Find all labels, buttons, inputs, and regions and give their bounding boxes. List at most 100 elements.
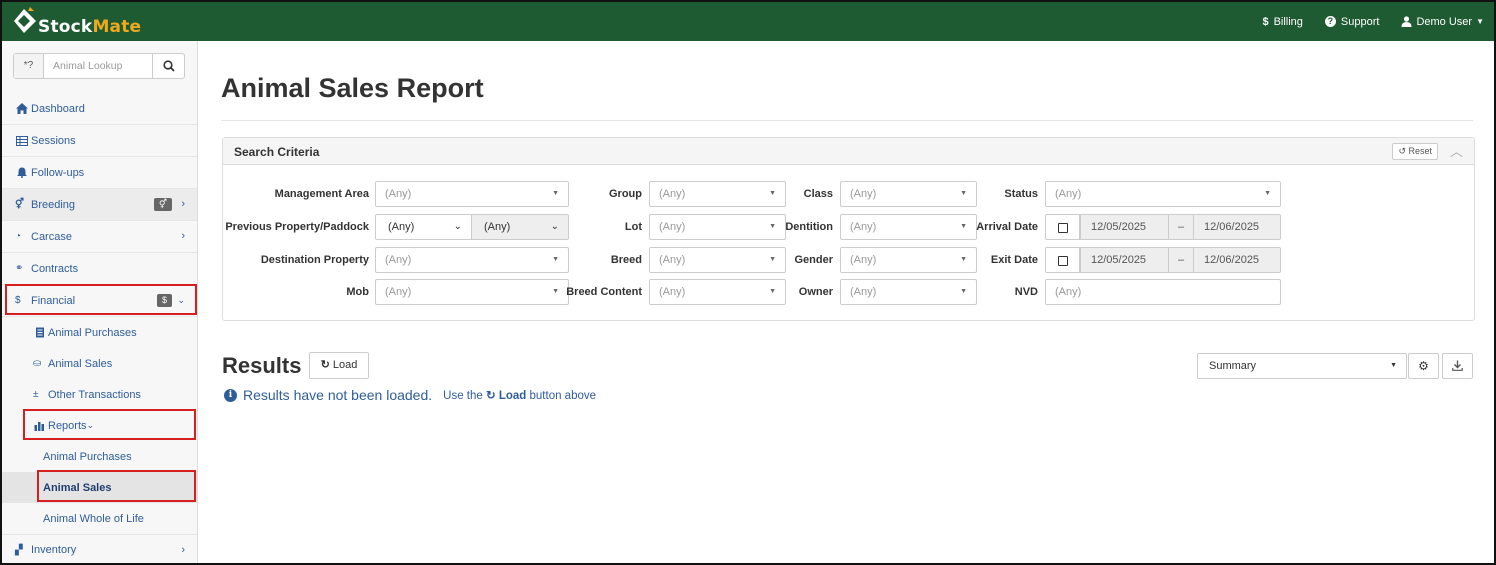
owner-select[interactable]: (Any) ▼ (840, 279, 977, 305)
results-heading: Results (222, 353, 302, 378)
gear-icon: ⚙ (1418, 359, 1429, 373)
sidebar-item-followups[interactable]: Follow-ups (2, 157, 197, 189)
sidebar-item-animal-sales[interactable]: ⛀ Animal Sales (2, 348, 197, 379)
sidebar-item-report-animal-purchases[interactable]: Animal Purchases (2, 441, 197, 472)
breed-select[interactable]: (Any) ▼ (649, 247, 786, 273)
sidebar-item-financial[interactable]: $ Financial $ ⌄ (2, 285, 197, 317)
sidebar-item-label: Other Transactions (48, 388, 141, 401)
brand-stock: Stock (38, 17, 93, 37)
sidebar-item-label: Dashboard (31, 102, 85, 115)
sidebar-item-other-transactions[interactable]: ± Other Transactions (2, 379, 197, 410)
destination-property-select[interactable]: (Any) ▼ (375, 247, 569, 273)
sidebar: *? Dashboard Sessions Follow-ups ⚥ Breed… (2, 41, 198, 563)
receipt-icon (36, 327, 44, 338)
label-breed-content: Breed Content (566, 286, 642, 298)
boxes-icon: ▞ (15, 544, 23, 556)
label-class: Class (803, 188, 833, 200)
group-select[interactable]: (Any) ▼ (649, 181, 786, 207)
sidebar-item-carcase[interactable]: ◔ Carcase › (2, 221, 197, 253)
reset-button[interactable]: ↺ Reset (1392, 143, 1438, 160)
mob-select[interactable]: (Any) ▼ (375, 279, 569, 305)
wildcard-prefix[interactable]: *? (14, 54, 44, 78)
download-button[interactable] (1442, 353, 1473, 379)
caret-down-icon: ▼ (552, 288, 559, 295)
sidebar-item-dashboard[interactable]: Dashboard (2, 93, 197, 125)
plus-minus-icon: ± (33, 389, 39, 400)
label-arrival-date: Arrival Date (976, 221, 1038, 233)
load-label: Load (332, 359, 358, 371)
bell-icon (17, 167, 27, 178)
nvd-input[interactable]: (Any) (1045, 279, 1281, 305)
management-area-select[interactable]: (Any) ▼ (375, 181, 569, 207)
chevron-up-icon[interactable]: ︿ (1450, 141, 1463, 160)
sidebar-item-label: Breeding (31, 198, 76, 211)
label-group: Group (609, 188, 642, 200)
sidebar-item-inventory[interactable]: ▞ Inventory › (2, 534, 197, 563)
hint-load-link[interactable]: ↻ Load (486, 390, 526, 402)
hint-suffix: button above (529, 390, 597, 402)
undo-icon: ↺ (1398, 146, 1409, 156)
user-label: Demo User (1416, 15, 1473, 28)
sidebar-item-reports[interactable]: Reports ⌄ (2, 410, 197, 441)
stockmate-logo[interactable]: StockMate (14, 4, 141, 40)
view-select[interactable]: Summary ▼ (1197, 353, 1407, 379)
download-icon (1452, 360, 1463, 371)
arrival-date-from[interactable]: 12/05/2025 (1080, 214, 1169, 240)
dentition-select[interactable]: (Any) ▼ (840, 214, 977, 240)
range-separator: – (1169, 214, 1193, 240)
caret-down-icon: ▼ (552, 256, 559, 263)
sidebar-item-label: Inventory (31, 544, 77, 556)
sidebar-item-label: Animal Sales (48, 357, 113, 370)
arrival-date-checkbox[interactable] (1045, 214, 1080, 240)
dollar-icon: $ (1262, 15, 1269, 28)
panel-header: Search Criteria ↺ Reset ︿ (223, 138, 1474, 165)
sidebar-item-label: Animal Sales (43, 481, 112, 494)
sidebar-item-label: Animal Purchases (43, 450, 132, 463)
sidebar-item-report-whole-of-life[interactable]: Animal Whole of Life (2, 503, 197, 534)
previous-property-select[interactable]: (Any) ⌄ (375, 214, 472, 240)
class-select[interactable]: (Any) ▼ (840, 181, 977, 207)
caret-down-icon: ▼ (960, 256, 967, 263)
billing-link[interactable]: $ Billing (1262, 16, 1302, 28)
arrival-date-to[interactable]: 12/06/2025 (1193, 214, 1281, 240)
support-link[interactable]: ? Support (1324, 16, 1379, 28)
status-select[interactable]: (Any) ▼ (1045, 181, 1281, 207)
label-nvd: NVD (1014, 286, 1038, 298)
breed-content-select[interactable]: (Any) ▼ (649, 279, 786, 305)
animal-lookup-input[interactable] (44, 54, 152, 78)
sidebar-item-sessions[interactable]: Sessions (2, 125, 197, 157)
dollar-icon: $ (15, 295, 21, 306)
sidebar-item-label: Reports (48, 419, 87, 432)
chevron-right-icon: › (181, 544, 185, 556)
sidebar-item-contracts[interactable]: ⚭ Contracts (2, 253, 197, 285)
sidebar-item-report-animal-sales[interactable]: Animal Sales (2, 472, 197, 503)
chevron-down-icon: ⌄ (177, 295, 185, 305)
previous-paddock-select[interactable]: (Any) ⌄ (471, 214, 569, 240)
sidebar-item-label: Contracts (31, 262, 79, 275)
sidebar-item-breeding[interactable]: ⚥ Breeding ⚥ › (2, 189, 197, 221)
range-separator: – (1169, 247, 1193, 273)
caret-down-icon: ▼ (769, 256, 776, 263)
sidebar-item-animal-purchases[interactable]: Animal Purchases (2, 317, 197, 348)
lot-select[interactable]: (Any) ▼ (649, 214, 786, 240)
exit-date-checkbox[interactable] (1045, 247, 1080, 273)
financial-badge: $ (156, 294, 172, 307)
gender-select[interactable]: (Any) ▼ (840, 247, 977, 273)
label-mob: Mob (346, 286, 369, 298)
settings-button[interactable]: ⚙ (1408, 353, 1439, 379)
billing-label: Billing (1273, 15, 1303, 28)
caret-down-icon: ▼ (552, 190, 559, 197)
load-button[interactable]: ↻ Load (309, 352, 369, 379)
exit-date-from[interactable]: 12/05/2025 (1080, 247, 1169, 273)
info-icon: i (224, 388, 237, 402)
search-button[interactable] (152, 54, 184, 78)
chevron-down-icon: ⌄ (86, 420, 95, 430)
bar-chart-icon (34, 421, 44, 431)
chevron-right-icon: › (181, 230, 185, 242)
animal-lookup: *? (13, 53, 185, 79)
home-icon (16, 103, 28, 114)
user-menu[interactable]: Demo User ▼ (1401, 16, 1484, 28)
exit-date-to[interactable]: 12/06/2025 (1193, 247, 1281, 273)
page-title: Animal Sales Report (221, 73, 484, 103)
sidebar-item-label: Financial (31, 294, 76, 307)
